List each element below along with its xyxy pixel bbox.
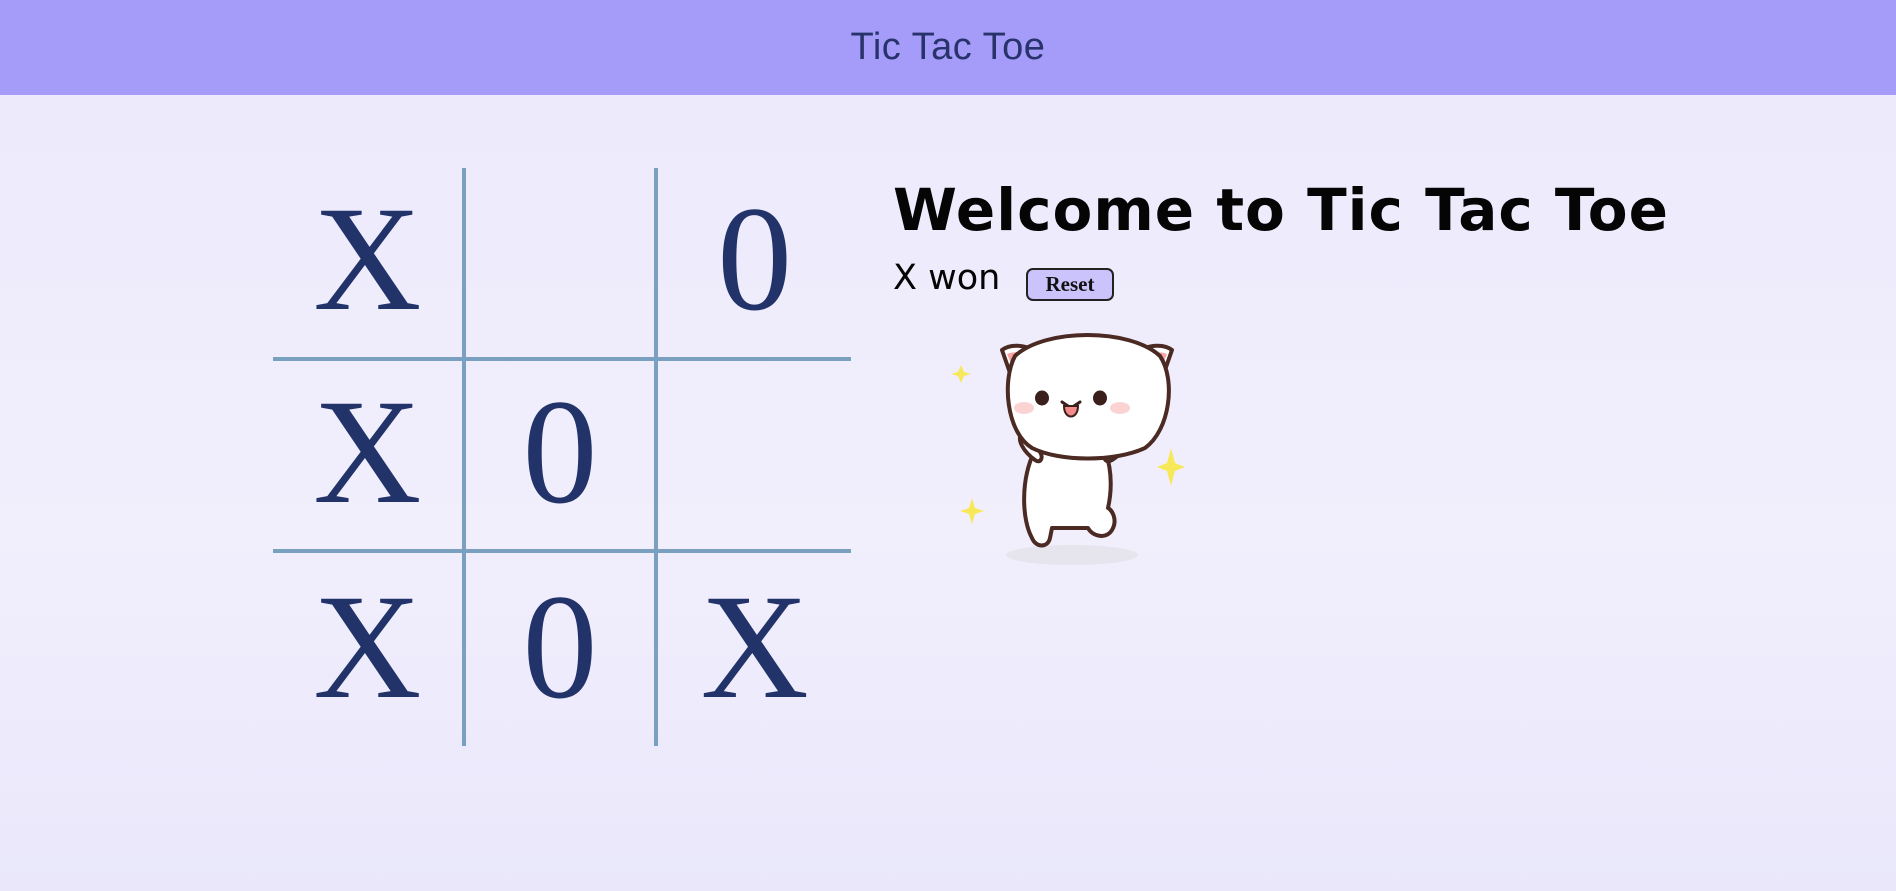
board-cell-4[interactable]: X [273, 360, 466, 554]
cheering-cat-icon [940, 320, 1190, 570]
board-cell-7[interactable]: X [273, 553, 466, 746]
board-cell-9[interactable]: X [658, 553, 851, 746]
game-board: X 0 X 0 X 0 X [273, 168, 851, 746]
board-cell-8[interactable]: 0 [466, 553, 659, 746]
welcome-heading: Welcome to Tic Tac Toe [893, 176, 1669, 244]
board-cell-3[interactable]: 0 [658, 168, 851, 361]
reset-button[interactable]: Reset [1026, 268, 1114, 301]
board-cell-6[interactable] [658, 361, 851, 554]
app-title: Tic Tac Toe [850, 26, 1046, 68]
board-cell-5[interactable]: 0 [465, 360, 659, 554]
board-cell-2[interactable] [465, 168, 659, 361]
game-status: X won [893, 258, 1001, 298]
board-cell-1[interactable]: X [273, 168, 466, 361]
header-bar: Tic Tac Toe [0, 0, 1896, 95]
